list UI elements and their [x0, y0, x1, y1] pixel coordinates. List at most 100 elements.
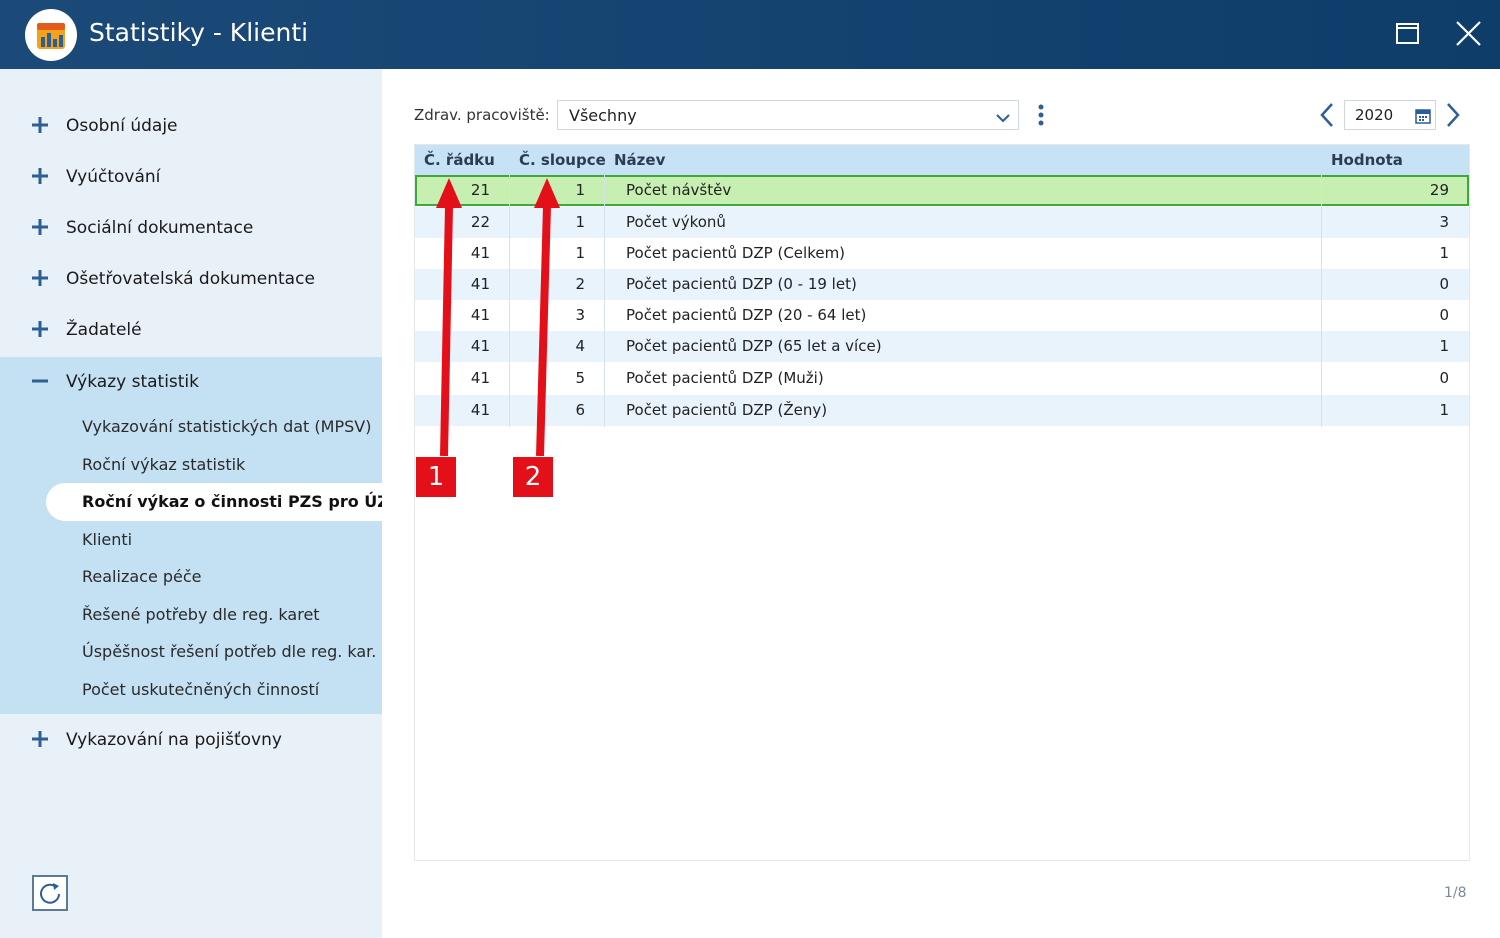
workplace-select[interactable]: Všechny [557, 100, 1019, 130]
sidebar-item-vykazovani-pojistovny[interactable]: Vykazování na pojišťovny [0, 721, 382, 761]
cell-sloupec: 2 [575, 275, 585, 293]
cell-radek: 41 [470, 306, 490, 324]
sidebar-item-label: Žadatelé [66, 320, 142, 340]
sub-item-label-active: Roční výkaz o činnosti PZS pro ÚZIS [82, 492, 407, 511]
plus-icon [31, 218, 49, 236]
cell-hodnota: 29 [1429, 181, 1449, 199]
cell-hodnota: 1 [1439, 244, 1449, 262]
cell-nazev: Počet pacientů DZP (20 - 64 let) [626, 306, 867, 324]
cell-nazev: Počet pacientů DZP (65 let a více) [626, 337, 882, 355]
sidebar-item-label: Osobní údaje [66, 116, 178, 136]
cell-sloupec: 1 [575, 181, 585, 199]
cell-nazev: Počet pacientů DZP (Ženy) [626, 401, 828, 419]
cell-radek: 41 [470, 337, 490, 355]
cell-radek: 41 [470, 401, 490, 419]
calendar-icon[interactable] [1415, 108, 1431, 124]
cell-sloupec: 4 [575, 337, 585, 355]
sidebar-item-socialni-dokumentace[interactable]: Sociální dokumentace [0, 209, 382, 249]
refresh-button[interactable] [32, 875, 68, 911]
statistics-table: Č. řádku Č. sloupce Název Hodnota 21 1 P… [414, 144, 1470, 861]
sidebar-item-zadatele[interactable]: Žadatelé [0, 311, 382, 351]
cell-nazev: Počet pacientů DZP (0 - 19 let) [626, 275, 857, 293]
cell-sloupec: 1 [575, 244, 585, 262]
app-logo-icon [25, 9, 77, 61]
plus-icon [31, 320, 49, 338]
table-row[interactable]: 41 3 Počet pacientů DZP (20 - 64 let) 0 [415, 300, 1469, 331]
annotation-badge-1: 1 [415, 456, 457, 498]
sidebar-item-vyuctovani[interactable]: Vyúčtování [0, 158, 382, 198]
sidebar-item-label: Sociální dokumentace [66, 218, 254, 238]
plus-icon [31, 167, 49, 185]
chevron-left-icon[interactable] [1316, 102, 1338, 128]
sub-item-realizace-pece[interactable]: Realizace péče [82, 567, 202, 586]
sidebar-item-label: Výkazy statistik [66, 372, 200, 392]
table-row[interactable]: 41 6 Počet pacientů DZP (Ženy) 1 [415, 395, 1469, 426]
year-input[interactable]: 2020 [1344, 100, 1436, 130]
plus-icon [31, 116, 49, 134]
table-row[interactable]: 41 1 Počet pacientů DZP (Celkem) 1 [415, 238, 1469, 269]
sidebar-item-label: Vykazování na pojišťovny [66, 730, 282, 750]
sub-item-rocni-vykaz-statistik[interactable]: Roční výkaz statistik [82, 455, 245, 474]
sidebar-item-label: Ošetřovatelská dokumentace [66, 269, 315, 289]
cell-radek: 41 [470, 369, 490, 387]
table-row[interactable]: 22 1 Počet výkonů 3 [415, 207, 1469, 238]
column-divider [509, 175, 510, 427]
cell-sloupec: 1 [575, 213, 585, 231]
sub-item-pocet-cinnosti[interactable]: Počet uskutečněných činností [82, 680, 319, 699]
sub-item-rocni-vykaz-uzis[interactable]: Roční výkaz o činnosti PZS pro ÚZIS [46, 483, 406, 521]
cell-sloupec: 6 [575, 401, 585, 419]
sidebar-item-osetrovatelska-dokumentace[interactable]: Ošetřovatelská dokumentace [0, 260, 382, 300]
cell-hodnota: 1 [1439, 401, 1449, 419]
cell-sloupec: 5 [575, 369, 585, 387]
sidebar-item-label: Vyúčtování [66, 167, 161, 187]
sub-item-uspesnost-reseni[interactable]: Úspěšnost řešení potřeb dle reg. kar. [82, 642, 376, 661]
column-header-hodnota[interactable]: Hodnota [1331, 151, 1403, 169]
cell-radek: 21 [470, 181, 490, 199]
column-divider [1321, 175, 1322, 427]
plus-icon [31, 730, 49, 748]
sub-item-klienti[interactable]: Klienti [82, 530, 132, 549]
filter-label: Zdrav. pracoviště: [414, 106, 550, 124]
cell-nazev: Počet pacientů DZP (Muži) [626, 369, 824, 387]
table-row[interactable]: 41 5 Počet pacientů DZP (Muži) 0 [415, 363, 1469, 394]
cell-nazev: Počet výkonů [626, 213, 726, 231]
cell-sloupec: 3 [575, 306, 585, 324]
cell-radek: 41 [470, 275, 490, 293]
plus-icon [31, 269, 49, 287]
column-divider [604, 175, 605, 427]
table-row[interactable]: 41 4 Počet pacientů DZP (65 let a více) … [415, 331, 1469, 362]
sidebar-item-osobni-udaje[interactable]: Osobní údaje [0, 107, 382, 147]
title-bar: Statistiky - Klienti [0, 0, 1500, 69]
column-header-sloupec[interactable]: Č. sloupce [519, 151, 606, 169]
chevron-right-icon[interactable] [1442, 102, 1464, 128]
cell-hodnota: 0 [1439, 275, 1449, 293]
cell-hodnota: 0 [1439, 369, 1449, 387]
table-header: Č. řádku Č. sloupce Název Hodnota [415, 145, 1469, 175]
cell-hodnota: 3 [1439, 213, 1449, 231]
year-value: 2020 [1355, 106, 1394, 124]
cell-radek: 22 [470, 213, 490, 231]
page-indicator: 1/8 [1444, 885, 1467, 901]
sub-item-resene-potreby[interactable]: Řešené potřeby dle reg. karet [82, 605, 320, 624]
workplace-select-value: Všechny [569, 106, 637, 125]
sidebar: Osobní údaje Vyúčtování Sociální dokumen… [0, 69, 406, 938]
refresh-icon [40, 883, 60, 904]
table-row[interactable]: 21 1 Počet návštěv 29 [415, 175, 1469, 206]
maximize-icon[interactable] [1388, 14, 1428, 54]
window-title: Statistiky - Klienti [89, 18, 309, 47]
sidebar-item-vykazy-statistik[interactable]: Výkazy statistik [0, 363, 382, 403]
cell-nazev: Počet návštěv [626, 181, 732, 199]
cell-nazev: Počet pacientů DZP (Celkem) [626, 244, 846, 262]
annotation-badge-2: 2 [512, 456, 554, 498]
close-icon[interactable] [1449, 14, 1489, 54]
chevron-down-icon [996, 109, 1010, 123]
column-header-nazev[interactable]: Název [614, 151, 665, 169]
sub-item-vykazovani-mpsv[interactable]: Vykazování statistických dat (MPSV) [82, 417, 371, 436]
minus-icon [31, 372, 49, 390]
cell-hodnota: 1 [1439, 337, 1449, 355]
more-options-icon[interactable] [1033, 103, 1049, 129]
table-row[interactable]: 41 2 Počet pacientů DZP (0 - 19 let) 0 [415, 269, 1469, 300]
cell-hodnota: 0 [1439, 306, 1449, 324]
column-header-radek[interactable]: Č. řádku [424, 151, 495, 169]
cell-radek: 41 [470, 244, 490, 262]
